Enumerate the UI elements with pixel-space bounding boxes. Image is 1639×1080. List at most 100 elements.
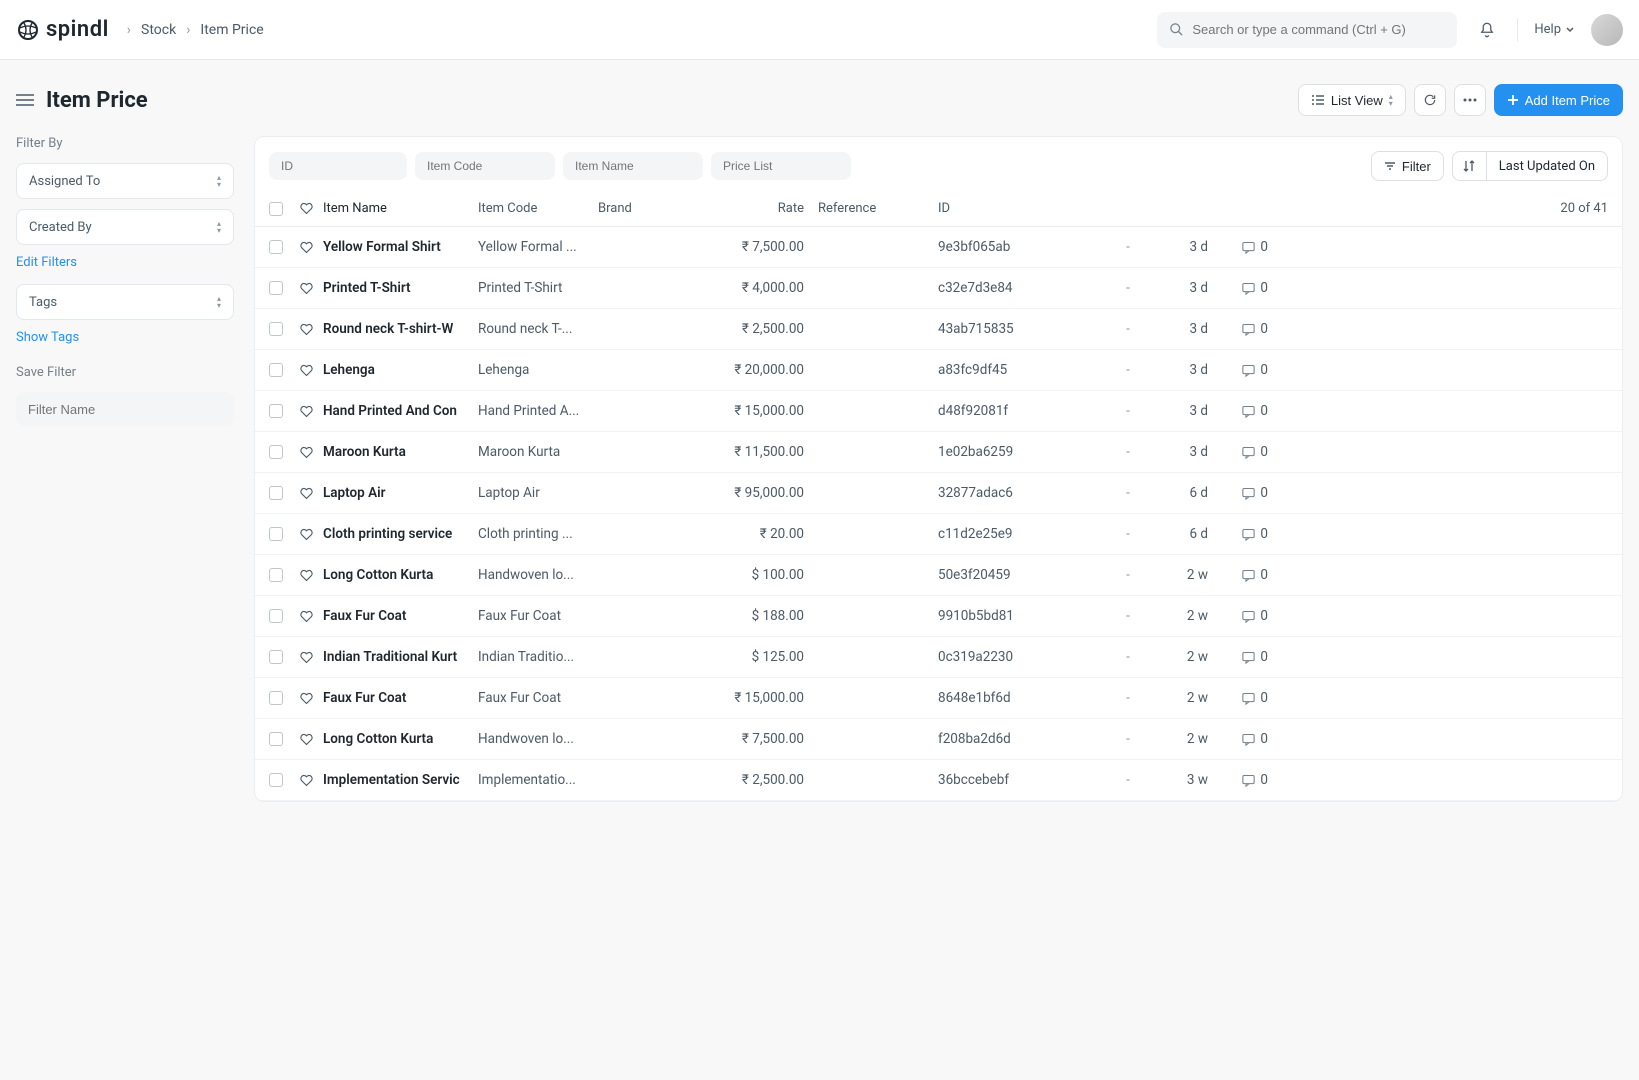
row-checkbox[interactable] xyxy=(269,281,283,295)
like-button[interactable] xyxy=(299,240,323,255)
row-checkbox[interactable] xyxy=(269,363,283,377)
row-item-name[interactable]: Round neck T-shirt-W xyxy=(323,321,478,337)
row-comments[interactable]: 0 xyxy=(1208,280,1268,296)
assigned-to-select[interactable]: Assigned To ▴▾ xyxy=(16,163,234,199)
like-button[interactable] xyxy=(299,650,323,665)
filter-button[interactable]: Filter xyxy=(1371,151,1444,181)
edit-filters-link[interactable]: Edit Filters xyxy=(16,255,234,270)
row-item-name[interactable]: Maroon Kurta xyxy=(323,444,478,460)
col-reference[interactable]: Reference xyxy=(818,201,938,216)
filter-price-list-input[interactable] xyxy=(711,152,851,180)
like-button[interactable] xyxy=(299,322,323,337)
row-item-name[interactable]: Faux Fur Coat xyxy=(323,608,478,624)
row-count[interactable]: 20 of 41 xyxy=(1560,201,1608,216)
list-row[interactable]: Yellow Formal Shirt Yellow Formal ... ₹ … xyxy=(255,227,1622,268)
list-row[interactable]: Laptop Air Laptop Air ₹ 95,000.00 32877a… xyxy=(255,473,1622,514)
row-comments[interactable]: 0 xyxy=(1208,321,1268,337)
refresh-button[interactable] xyxy=(1414,84,1446,116)
row-item-name[interactable]: Indian Traditional Kurt xyxy=(323,649,478,665)
row-item-name[interactable]: Long Cotton Kurta xyxy=(323,567,478,583)
list-row[interactable]: Long Cotton Kurta Handwoven lo... ₹ 7,50… xyxy=(255,719,1622,760)
row-comments[interactable]: 0 xyxy=(1208,444,1268,460)
row-comments[interactable]: 0 xyxy=(1208,485,1268,501)
row-comments[interactable]: 0 xyxy=(1208,608,1268,624)
sort-field-button[interactable]: Last Updated On xyxy=(1487,159,1607,174)
sidebar-toggle[interactable] xyxy=(16,93,34,107)
row-comments[interactable]: 0 xyxy=(1208,772,1268,788)
like-button[interactable] xyxy=(299,773,323,788)
row-checkbox[interactable] xyxy=(269,773,283,787)
row-checkbox[interactable] xyxy=(269,732,283,746)
row-checkbox[interactable] xyxy=(269,568,283,582)
filter-id-input[interactable] xyxy=(269,152,407,180)
row-item-name[interactable]: Yellow Formal Shirt xyxy=(323,239,478,255)
row-item-name[interactable]: Faux Fur Coat xyxy=(323,690,478,706)
col-brand[interactable]: Brand xyxy=(598,201,698,216)
tags-select[interactable]: Tags ▴▾ xyxy=(16,284,234,320)
row-checkbox[interactable] xyxy=(269,404,283,418)
like-button[interactable] xyxy=(299,281,323,296)
col-id[interactable]: ID xyxy=(938,201,1098,216)
list-row[interactable]: Hand Printed And Con Hand Printed A... ₹… xyxy=(255,391,1622,432)
sort-direction-button[interactable] xyxy=(1453,152,1487,180)
like-button[interactable] xyxy=(299,609,323,624)
select-all-checkbox[interactable] xyxy=(269,202,283,216)
row-item-name[interactable]: Lehenga xyxy=(323,362,478,378)
col-item-code[interactable]: Item Code xyxy=(478,201,598,216)
list-row[interactable]: Maroon Kurta Maroon Kurta ₹ 11,500.00 1e… xyxy=(255,432,1622,473)
row-checkbox[interactable] xyxy=(269,486,283,500)
like-button[interactable] xyxy=(299,568,323,583)
filter-item-name-input[interactable] xyxy=(563,152,703,180)
filter-item-code-input[interactable] xyxy=(415,152,555,180)
list-row[interactable]: Printed T-Shirt Printed T-Shirt ₹ 4,000.… xyxy=(255,268,1622,309)
add-item-price-button[interactable]: Add Item Price xyxy=(1494,84,1623,116)
like-button[interactable] xyxy=(299,732,323,747)
row-checkbox[interactable] xyxy=(269,527,283,541)
row-checkbox[interactable] xyxy=(269,691,283,705)
help-menu[interactable]: Help xyxy=(1534,22,1575,37)
row-comments[interactable]: 0 xyxy=(1208,567,1268,583)
like-button[interactable] xyxy=(299,363,323,378)
list-row[interactable]: Indian Traditional Kurt Indian Traditio.… xyxy=(255,637,1622,678)
like-button[interactable] xyxy=(299,445,323,460)
row-item-name[interactable]: Laptop Air xyxy=(323,485,478,501)
menu-button[interactable] xyxy=(1454,84,1486,116)
row-checkbox[interactable] xyxy=(269,445,283,459)
row-checkbox[interactable] xyxy=(269,240,283,254)
view-switcher[interactable]: List View ▴▾ xyxy=(1298,84,1406,116)
row-comments[interactable]: 0 xyxy=(1208,239,1268,255)
row-checkbox[interactable] xyxy=(269,322,283,336)
list-row[interactable]: Cloth printing service Cloth printing ..… xyxy=(255,514,1622,555)
row-checkbox[interactable] xyxy=(269,609,283,623)
created-by-select[interactable]: Created By ▴▾ xyxy=(16,209,234,245)
row-comments[interactable]: 0 xyxy=(1208,362,1268,378)
list-row[interactable]: Implementation Servic Implementatio... ₹… xyxy=(255,760,1622,801)
breadcrumb-parent[interactable]: Stock xyxy=(141,22,176,38)
row-item-name[interactable]: Hand Printed And Con xyxy=(323,403,478,419)
like-button[interactable] xyxy=(299,527,323,542)
like-button[interactable] xyxy=(299,486,323,501)
row-comments[interactable]: 0 xyxy=(1208,403,1268,419)
show-tags-link[interactable]: Show Tags xyxy=(16,330,234,345)
like-button[interactable] xyxy=(299,404,323,419)
row-comments[interactable]: 0 xyxy=(1208,526,1268,542)
row-checkbox[interactable] xyxy=(269,650,283,664)
col-rate[interactable]: Rate xyxy=(698,201,818,216)
notifications-button[interactable] xyxy=(1473,16,1501,44)
list-row[interactable]: Faux Fur Coat Faux Fur Coat ₹ 15,000.00 … xyxy=(255,678,1622,719)
search-box[interactable] xyxy=(1157,12,1457,48)
like-button[interactable] xyxy=(299,691,323,706)
list-row[interactable]: Round neck T-shirt-W Round neck T-... ₹ … xyxy=(255,309,1622,350)
row-comments[interactable]: 0 xyxy=(1208,731,1268,747)
row-item-name[interactable]: Cloth printing service xyxy=(323,526,478,542)
search-input[interactable] xyxy=(1192,22,1445,37)
logo[interactable]: spindl xyxy=(16,17,109,42)
filter-name-input[interactable] xyxy=(16,392,234,426)
row-item-name[interactable]: Printed T-Shirt xyxy=(323,280,478,296)
row-comments[interactable]: 0 xyxy=(1208,690,1268,706)
list-row[interactable]: Lehenga Lehenga ₹ 20,000.00 a83fc9df45 -… xyxy=(255,350,1622,391)
avatar[interactable] xyxy=(1591,14,1623,46)
row-comments[interactable]: 0 xyxy=(1208,649,1268,665)
list-row[interactable]: Long Cotton Kurta Handwoven lo... $ 100.… xyxy=(255,555,1622,596)
col-item-name[interactable]: Item Name xyxy=(323,201,478,216)
